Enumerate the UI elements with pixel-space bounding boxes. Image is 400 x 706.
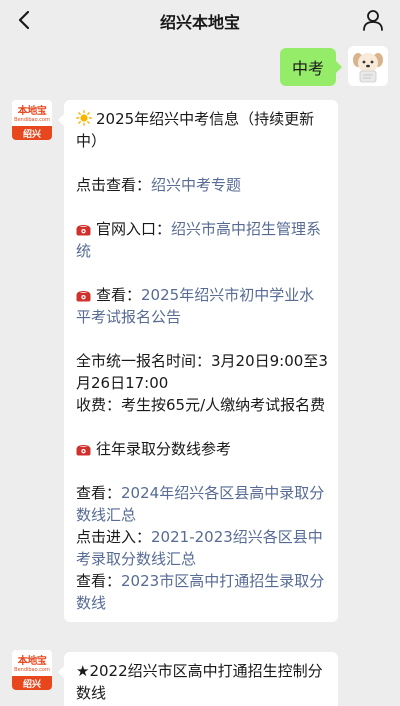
history-2024-prefix: 查看： <box>76 484 122 502</box>
bot-avatar[interactable]: 本地宝 Bendibao.com 绍兴 <box>12 650 52 690</box>
telephone-icon <box>76 225 91 236</box>
nav-bar: 绍兴本地宝 <box>0 0 400 40</box>
bot-reply-bubble[interactable]: 2025年绍兴中考信息（持续更新中） 点击查看：绍兴中考专题 官网入口：绍兴市高… <box>58 100 338 622</box>
registration-fee: 收费：考生按65元/人缴纳考试报名费 <box>76 396 326 414</box>
bot-avatar[interactable]: 本地宝 Bendibao.com 绍兴 <box>12 100 52 140</box>
registration-time: 全市统一报名时间：3月20日9:00至3月26日17:00 <box>76 352 328 392</box>
bot-avatar-domain: Bendibao.com <box>14 666 50 673</box>
reply-headline-line: 2025年绍兴中考信息（持续更新中） <box>76 108 328 152</box>
history-title: 往年录取分数线参考 <box>96 440 232 458</box>
page-title: 绍兴本地宝 <box>159 13 240 32</box>
bot-avatar-city: 绍兴 <box>12 126 52 140</box>
bot-avatar-brand: 本地宝 <box>17 105 47 117</box>
telephone-icon <box>76 445 91 456</box>
sun-icon <box>76 110 92 126</box>
history-line-2024: 查看：2024年绍兴各区县高中录取分数线汇总 <box>76 482 328 526</box>
history-title-line: 往年录取分数线参考 <box>76 438 328 460</box>
bot-reply-bubble[interactable]: ★2022绍兴市区高中打通招生控制分数线 <box>58 652 338 706</box>
history-2021-2023-prefix: 点击进入： <box>76 528 152 546</box>
user-message-text: 中考 <box>291 59 324 78</box>
bot-avatar-city: 绍兴 <box>12 676 52 690</box>
bot-avatar-domain: Bendibao.com <box>14 116 50 123</box>
topic-line: 点击查看：绍兴中考专题 <box>76 174 328 196</box>
user-avatar[interactable] <box>348 46 388 86</box>
notice-prefix: 查看： <box>96 286 142 304</box>
history-line-2021-2023: 点击进入：2021-2023绍兴各区县中考录取分数线汇总 <box>76 526 328 570</box>
topic-prefix: 点击查看： <box>76 176 152 194</box>
profile-button[interactable] <box>360 7 386 33</box>
history-line-2023: 查看：2023市区高中打通招生录取分数线 <box>76 570 328 614</box>
notice-line: 查看：2025年绍兴市初中学业水平考试报名公告 <box>76 284 328 328</box>
reply2-text: ★2022绍兴市区高中打通招生控制分数线 <box>76 662 323 702</box>
telephone-icon <box>76 291 91 302</box>
topic-link[interactable]: 绍兴中考专题 <box>151 176 241 194</box>
history-2023-prefix: 查看： <box>76 572 122 590</box>
bot-avatar-brand: 本地宝 <box>17 655 47 667</box>
cartoon-dog-avatar-icon <box>353 53 383 83</box>
official-line: 官网入口：绍兴市高中招生管理系统 <box>76 218 328 262</box>
reply-headline: 2025年绍兴中考信息（持续更新中） <box>76 110 315 150</box>
user-message-bubble[interactable]: 中考 <box>280 48 342 86</box>
official-prefix: 官网入口： <box>96 220 172 238</box>
person-icon <box>363 10 383 31</box>
